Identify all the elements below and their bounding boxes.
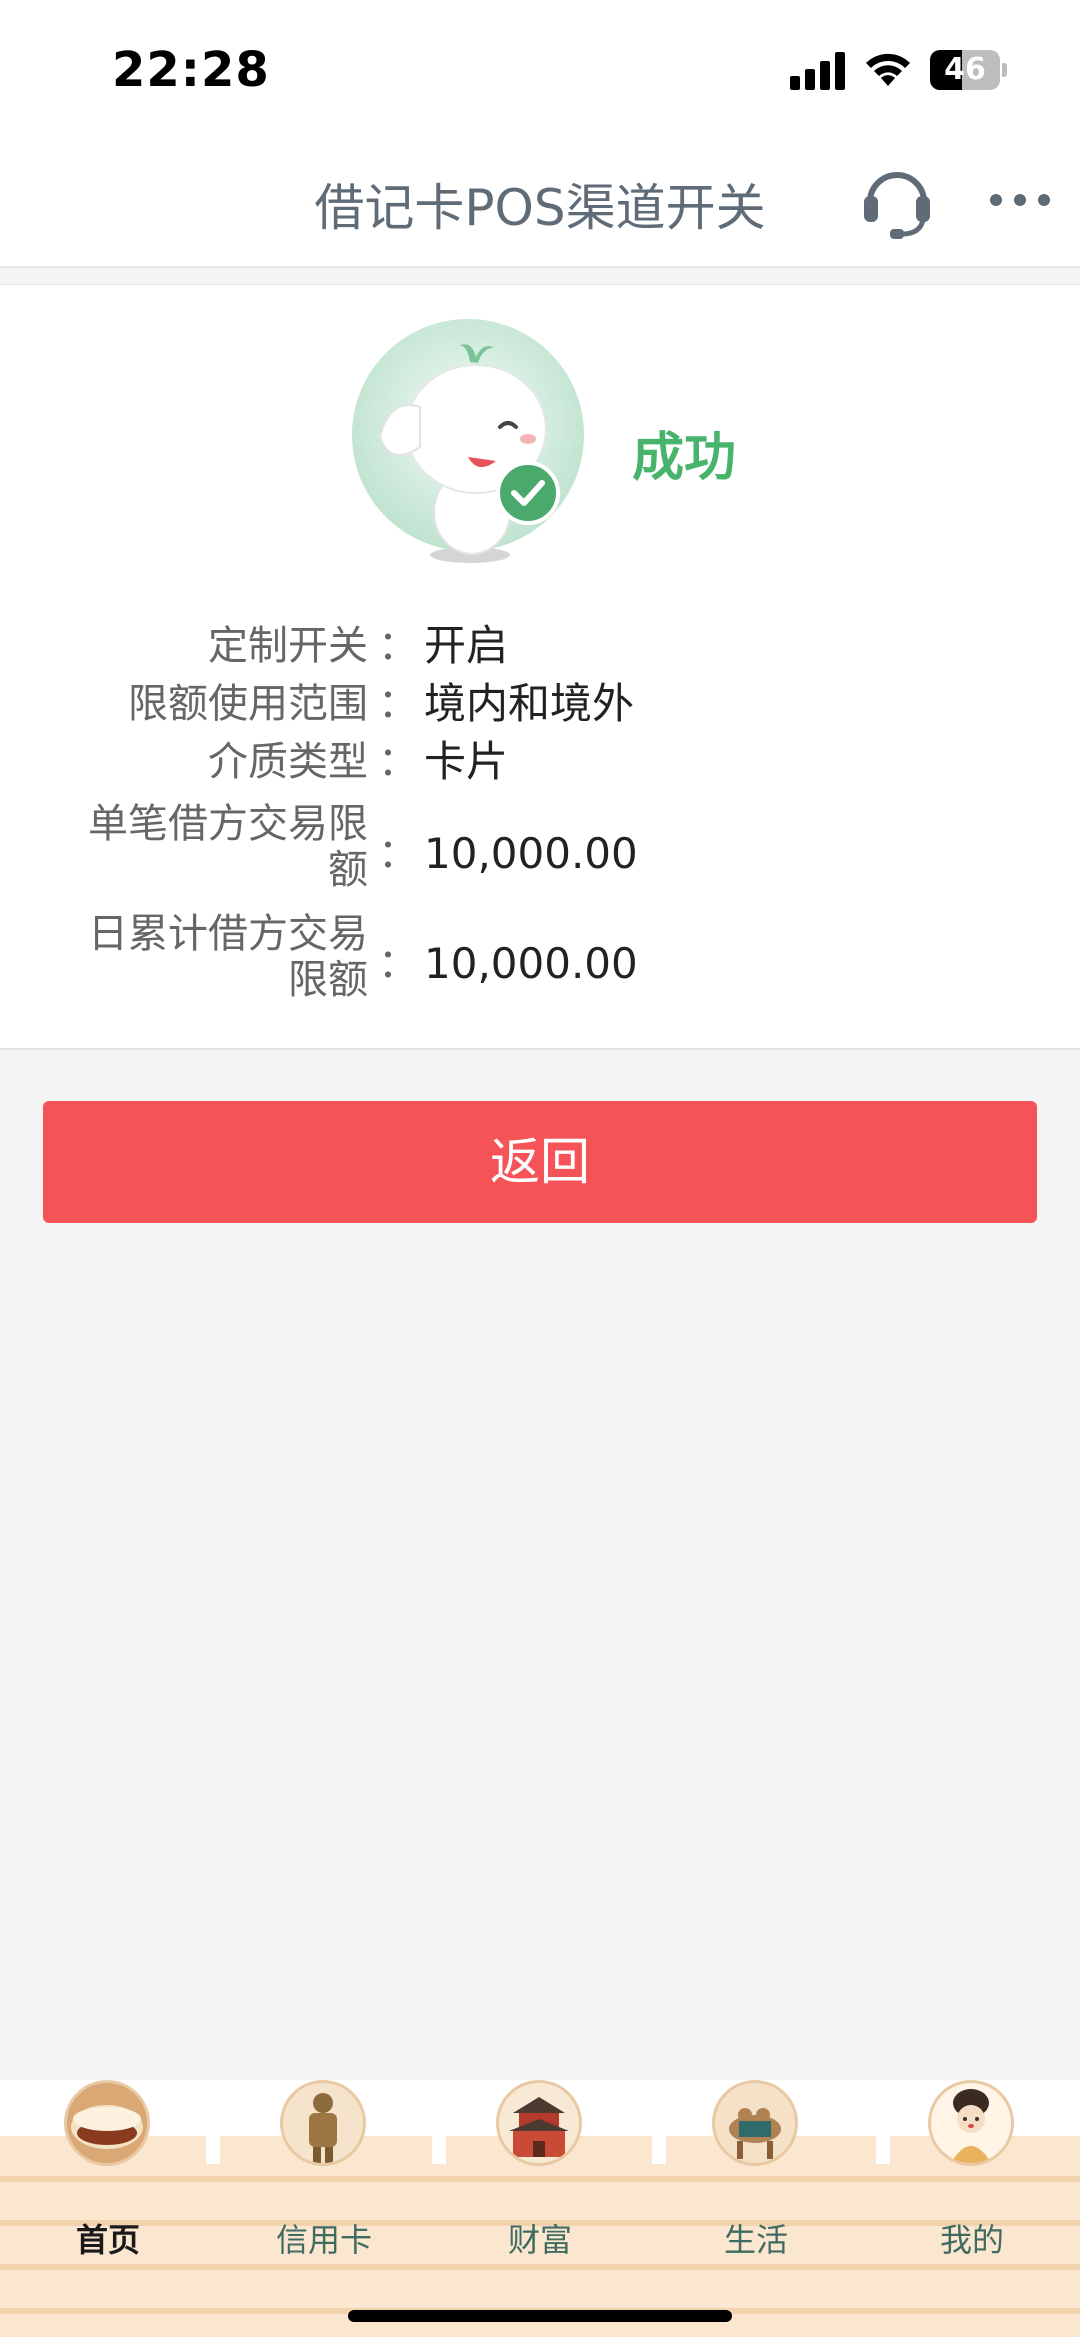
tab-label: 财富 [507,2221,572,2259]
return-button[interactable]: 返回 [43,1101,1037,1223]
detail-value: 10,000.00 [424,829,638,878]
camel-icon [712,2080,798,2166]
result-card: 成功 定制开关 ： 开启 限额使用范围 ： 境内和境外 介质类型 ： 卡片 单笔… [0,284,1080,1050]
detail-value: 10,000.00 [424,939,638,988]
result-status: 成功 [632,428,737,488]
status-time: 22:28 [112,42,270,98]
more-dots-icon[interactable] [990,180,1050,220]
bell-tower-icon [496,2080,582,2166]
tab-wealth[interactable]: 财富 [432,2080,648,2270]
nav-bar: 借记卡POS渠道开关 [0,140,1080,268]
tab-bar: 首页 信用卡 财富 生活 我的 [0,2080,1080,2337]
detail-label-line2: 限额 [288,957,368,1003]
elephant-mascot-success-icon [352,319,584,563]
tab-label: 生活 [723,2221,788,2259]
detail-colon: ： [378,831,418,877]
detail-colon: ： [378,739,418,785]
tab-credit-card[interactable]: 信用卡 [216,2080,432,2270]
home-indicator[interactable] [348,2310,732,2322]
detail-colon: ： [378,681,418,727]
tab-label: 信用卡 [275,2221,372,2259]
detail-label: 限额使用范围 [128,681,368,727]
tab-life[interactable]: 生活 [648,2080,864,2270]
tab-home[interactable]: 首页 [0,2080,216,2270]
detail-label: 介质类型 [208,739,368,785]
cellular-signal-icon [790,52,846,90]
battery-percent: 46 [944,52,986,87]
detail-label-line1: 日累计借方交易 [88,911,368,957]
detail-colon: ： [378,941,418,987]
tab-mine[interactable]: 我的 [864,2080,1080,2270]
detail-label-line2: 额 [328,847,368,893]
detail-value: 开启 [424,621,509,670]
tab-label: 首页 [75,2221,140,2259]
tab-label: 我的 [939,2221,1004,2259]
roujiamo-icon [64,2080,150,2166]
battery-icon: 46 [930,50,1007,90]
detail-label: 定制开关 [208,623,368,669]
detail-value: 境内和境外 [424,679,635,728]
headset-icon[interactable] [860,162,934,240]
tang-lady-icon [928,2080,1014,2166]
wifi-icon [866,53,910,86]
terracotta-warrior-icon [280,2080,366,2166]
detail-colon: ： [378,623,418,669]
detail-value: 卡片 [424,737,509,786]
detail-label-line1: 单笔借方交易限 [88,801,368,847]
status-bar: 22:28 46 [0,0,1080,140]
